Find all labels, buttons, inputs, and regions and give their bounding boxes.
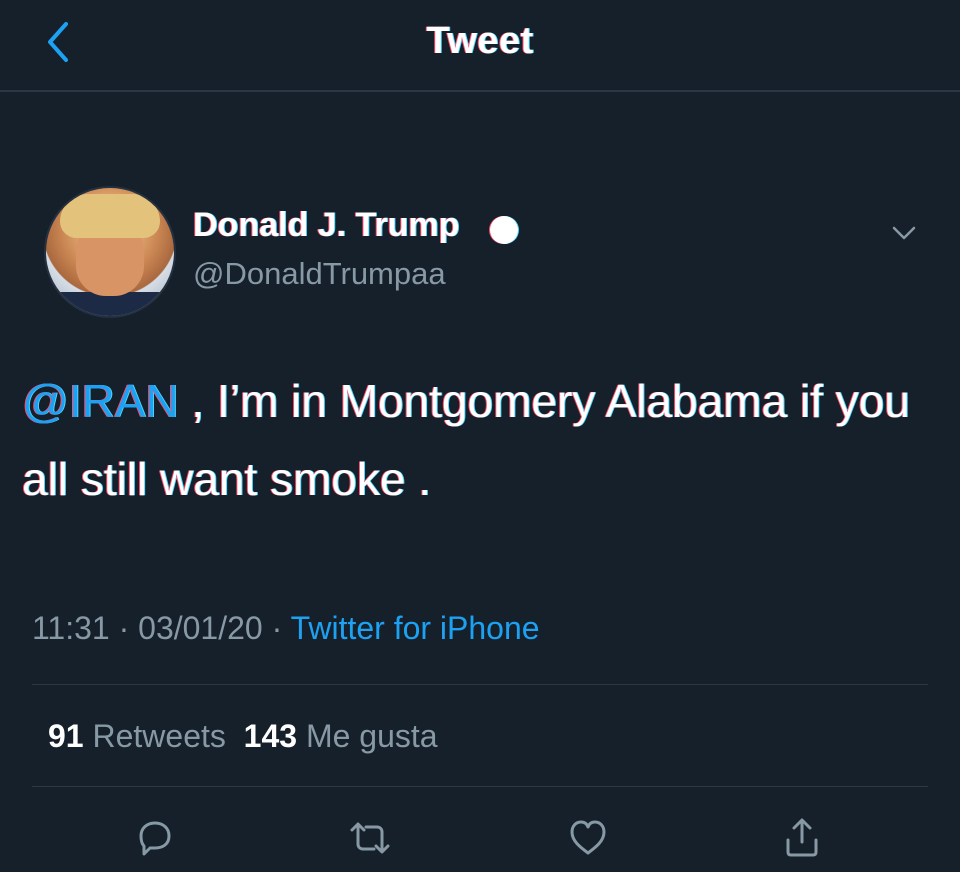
author-name[interactable]: Donald J. Trump — [193, 206, 459, 245]
likes-count: 143 — [243, 718, 298, 754]
retweets-label: Retweets — [92, 718, 226, 754]
retweets-count: 91 — [48, 718, 84, 754]
retweet-button[interactable] — [346, 814, 394, 862]
share-icon — [786, 818, 818, 857]
verified-badge-icon — [490, 216, 518, 244]
reply-button[interactable] — [131, 814, 179, 862]
tweet-source-link[interactable]: Twitter for iPhone — [291, 610, 540, 646]
meta-separator: · — [109, 610, 139, 646]
heart-icon — [570, 820, 606, 855]
action-bar — [0, 806, 960, 866]
tweet-text: @IRAN , I’m in Montgomery Alabama if you… — [22, 362, 942, 518]
page-title: Tweet — [426, 20, 534, 62]
tweet-time: 11:31 — [32, 610, 110, 646]
like-button[interactable] — [564, 814, 612, 862]
divider — [32, 684, 928, 685]
meta-separator: · — [262, 610, 291, 646]
avatar[interactable] — [46, 188, 174, 316]
chevron-down-icon — [892, 226, 916, 240]
tweet-date: 03/01/20 — [138, 610, 263, 646]
likes-stat[interactable]: 143 Me gusta — [244, 718, 438, 754]
more-options-button[interactable] — [884, 216, 924, 250]
mention-link[interactable]: @IRAN — [22, 375, 179, 427]
reply-icon — [139, 821, 171, 856]
tweet-meta: 11:31 · 03/01/20 · Twitter for iPhone — [32, 610, 540, 647]
share-button[interactable] — [778, 814, 826, 862]
tweet-stats: 91 Retweets 143 Me gusta — [48, 718, 438, 755]
retweet-icon — [350, 822, 390, 854]
likes-label: Me gusta — [305, 718, 438, 754]
retweets-stat[interactable]: 91 Retweets — [48, 718, 226, 754]
author-handle[interactable]: @DonaldTrumpaa — [193, 256, 446, 292]
top-bar: Tweet — [0, 0, 960, 92]
divider — [32, 786, 928, 787]
